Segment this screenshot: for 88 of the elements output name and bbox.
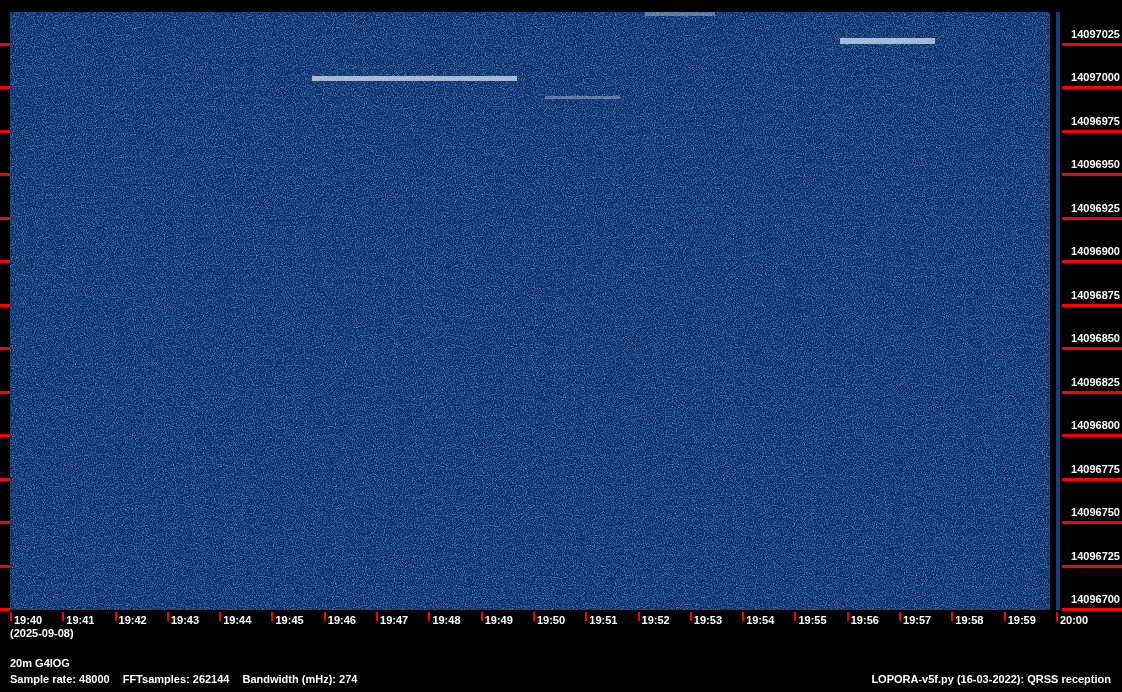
tick-mark [0, 216, 10, 220]
tick-mark [1062, 564, 1122, 568]
tick-mark [899, 612, 902, 621]
setting-label: Bandwidth (mHz): 274 [242, 673, 358, 686]
time-label: 19:50 [536, 614, 566, 626]
tick-mark [428, 612, 431, 621]
tick-mark [480, 612, 483, 621]
tick-mark [323, 612, 326, 621]
frequency-label: 14096875 [1071, 288, 1120, 302]
tick-mark [1062, 390, 1122, 394]
tick-mark [0, 390, 10, 394]
tick-mark [114, 612, 117, 621]
time-label: 19:43 [170, 614, 200, 626]
tick-mark [637, 612, 640, 621]
time-label: 19:52 [641, 614, 670, 626]
tick-mark [0, 173, 10, 176]
tick-mark [166, 612, 169, 621]
time-label: 19:56 [850, 614, 879, 626]
tick-mark [1003, 612, 1006, 621]
station-label: 20m G4IOG [10, 657, 70, 670]
frequency-label: 14096975 [1071, 114, 1120, 128]
time-label: 19:47 [380, 614, 409, 626]
tick-mark [846, 612, 849, 621]
time-label: 19:51 [589, 614, 618, 626]
time-label: 20:00 [1059, 614, 1089, 626]
tick-mark [1062, 477, 1122, 481]
frequency-label: 14097000 [1071, 71, 1120, 84]
tick-mark [1062, 608, 1122, 611]
frequency-label: 14096725 [1071, 549, 1120, 563]
setting-label: Sample rate: 48000 [10, 673, 110, 686]
frequency-label: 14097025 [1071, 27, 1120, 41]
tick-mark [1062, 434, 1122, 437]
tick-mark [1055, 612, 1058, 621]
tick-mark [951, 612, 954, 621]
setting-label: FFTsamples: 262144 [122, 673, 230, 686]
tick-mark [1062, 303, 1122, 307]
tick-mark [742, 612, 745, 621]
tick-mark [1062, 173, 1122, 176]
tick-mark [62, 612, 65, 621]
tick-mark [0, 477, 10, 481]
frequency-label: 14096800 [1071, 419, 1120, 432]
time-label: 19:58 [955, 614, 984, 626]
tick-mark [794, 612, 797, 621]
time-label: 19:59 [1007, 614, 1036, 626]
tick-mark [1062, 347, 1122, 350]
time-label: 19:46 [327, 614, 356, 626]
time-label: 19:48 [432, 614, 461, 626]
tick-mark [271, 612, 274, 621]
frequency-label: 14096950 [1071, 158, 1120, 171]
tick-mark [1062, 216, 1122, 220]
tick-mark [532, 612, 535, 621]
tick-mark [0, 303, 10, 307]
tick-mark [0, 260, 10, 263]
tick-mark [0, 434, 10, 437]
time-label: 19:40 [14, 614, 43, 626]
tick-mark [1062, 129, 1122, 133]
time-label: 19:53 [693, 614, 722, 626]
tick-mark [376, 612, 379, 621]
time-label: 19:42 [118, 614, 147, 626]
tick-mark [219, 612, 222, 621]
time-label: 19:55 [798, 614, 827, 626]
tick-mark [1062, 521, 1122, 524]
tick-mark [0, 564, 10, 568]
tick-mark [0, 521, 10, 524]
time-label: 19:49 [484, 614, 513, 626]
time-label: 19:54 [746, 614, 775, 626]
program-label: LOPORA-v5f.py (16-03-2022): QRSS reception [871, 673, 1111, 686]
tick-mark [0, 86, 10, 89]
tick-mark [1062, 86, 1122, 89]
time-label: 19:44 [223, 614, 252, 626]
date-label: (2025-09-08) [10, 627, 74, 640]
frequency-label: 14096775 [1071, 462, 1120, 476]
frequency-label: 14096825 [1071, 375, 1120, 389]
tick-mark [585, 612, 588, 621]
time-label: 19:45 [275, 614, 304, 626]
tick-mark [0, 129, 10, 133]
tick-mark [1062, 260, 1122, 263]
frequency-label: 14096900 [1071, 245, 1120, 258]
tick-mark [689, 612, 692, 621]
frequency-label: 14096850 [1071, 332, 1120, 345]
time-label: 19:57 [903, 614, 932, 626]
frequency-label: 14096700 [1071, 593, 1120, 606]
tick-mark [0, 42, 10, 46]
tick-mark [1062, 42, 1122, 46]
tick-mark [0, 347, 10, 350]
frequency-label: 14096750 [1071, 506, 1120, 519]
time-label: 19:41 [66, 614, 95, 626]
frequency-label: 14096925 [1071, 201, 1120, 215]
